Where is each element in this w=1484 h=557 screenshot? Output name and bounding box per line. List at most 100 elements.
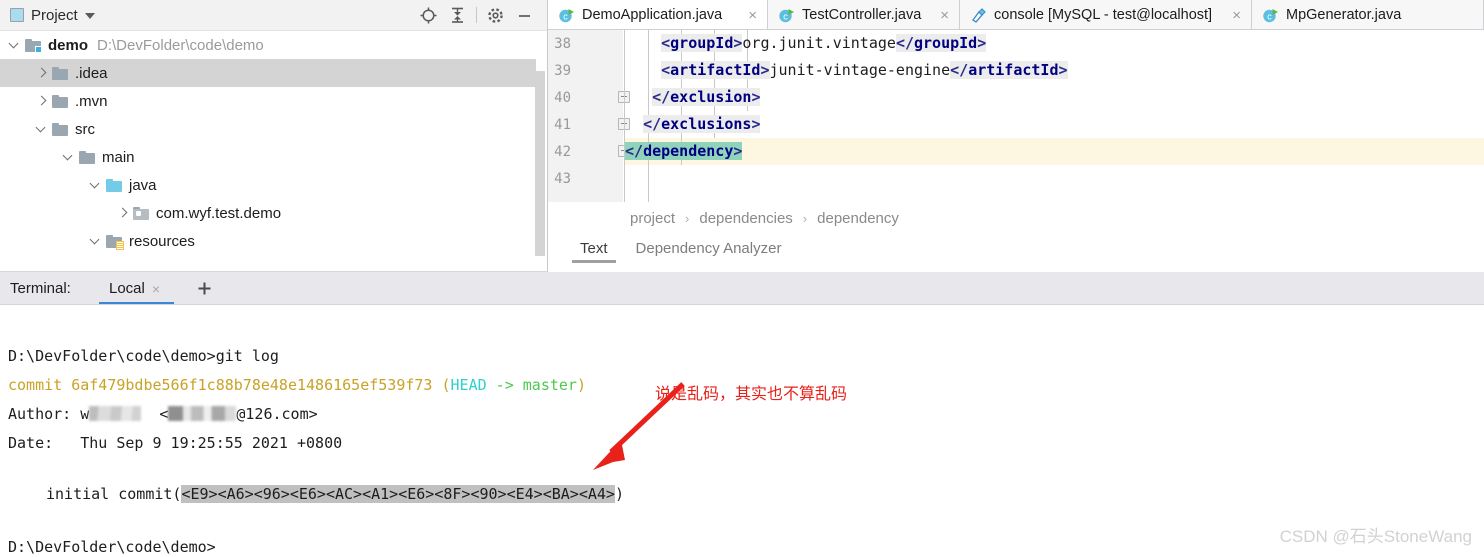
watermark: CSDN @石头StoneWang <box>1279 527 1472 546</box>
editor-tab-label: TestController.java <box>802 7 922 23</box>
date-label: Date: <box>8 434 81 452</box>
java-class-run-icon: c <box>558 7 575 24</box>
editor-tab-label: DemoApplication.java <box>582 7 723 23</box>
editor-bottom-tabs[interactable]: Text Dependency Analyzer <box>548 235 1484 271</box>
chevron-down-icon[interactable] <box>89 179 102 192</box>
terminal-line-date: Date: Thu Sep 9 19:25:55 2021 +0800 <box>8 434 342 452</box>
chevron-right-icon: › <box>802 211 808 226</box>
code-lines[interactable]: <groupId>org.junit.vintage</groupId> <ar… <box>625 30 1484 202</box>
chevron-down-icon[interactable] <box>8 39 21 52</box>
tree-item-java[interactable]: java <box>0 171 540 199</box>
source-root-folder-icon <box>106 178 122 192</box>
close-icon[interactable]: × <box>748 8 757 23</box>
chevron-down-icon[interactable] <box>89 235 102 248</box>
tab-dependency-analyzer[interactable]: Dependency Analyzer <box>622 235 796 257</box>
project-scrollbar-thumb[interactable] <box>535 71 545 256</box>
tree-item-com-wyf-test-demo[interactable]: com.wyf.test.demo <box>0 199 540 227</box>
close-icon[interactable]: × <box>1232 8 1241 23</box>
head-ref: HEAD <box>450 376 487 394</box>
chevron-right-icon: › <box>685 211 690 226</box>
tree-item-path: D:\DevFolder\code\demo <box>97 36 264 54</box>
editor-gutter[interactable]: 38 39 40 41 42 43 <box>548 30 630 202</box>
tree-item-main[interactable]: main <box>0 143 540 171</box>
plus-icon[interactable] <box>193 272 215 305</box>
terminal-label: Terminal: <box>10 280 71 297</box>
editor-tab-label: console [MySQL - test@localhost] <box>994 7 1213 23</box>
chevron-down-icon[interactable] <box>62 151 75 164</box>
resources-folder-icon <box>106 234 124 250</box>
tree-item-label: main <box>102 148 135 166</box>
database-console-icon <box>970 7 987 24</box>
project-tree[interactable]: demo D:\DevFolder\code\demo .idea .mvn src ma… <box>0 31 540 272</box>
line-number: 39 <box>554 63 571 79</box>
editor-tab-bar[interactable]: c DemoApplication.java × c TestController.ja… <box>548 0 1484 30</box>
terminal-line-commit: commit 6af479bdbe566f1c88b78e48e1486165e… <box>8 376 586 394</box>
chevron-down-icon[interactable] <box>35 123 48 136</box>
project-panel-toolbar <box>414 0 539 30</box>
code-editor[interactable]: 38 39 40 41 42 43 <groupId>org.junit.vin… <box>548 30 1484 202</box>
annotation-text: 说是乱码，其实也不算乱码 <box>655 384 848 403</box>
redacted-author-name <box>89 406 142 421</box>
editor-tab-console-mysql-test-localhost[interactable]: console [MySQL - test@localhost] × <box>960 0 1252 30</box>
breadcrumb-item-project[interactable]: project <box>630 210 675 227</box>
commit-keyword: commit <box>8 376 72 394</box>
chevron-right-icon[interactable] <box>116 207 129 220</box>
line-number: 42 <box>554 144 571 160</box>
code-token-open-tag: artifactId <box>670 61 761 79</box>
package-icon <box>133 206 149 220</box>
editor-tab-testcontroller-java[interactable]: c TestController.java × <box>768 0 960 30</box>
tree-item-label: .idea <box>75 64 108 82</box>
author-label: Author: <box>8 405 81 423</box>
redacted-author-email <box>168 406 237 421</box>
date-value: Thu Sep 9 19:25:55 2021 +0800 <box>80 434 343 452</box>
line-number: 43 <box>554 171 571 187</box>
terminal-line-prompt: D:\DevFolder\code\demo> <box>8 538 216 556</box>
paren-open: ( <box>432 376 451 394</box>
editor-tab-demoapplication-java[interactable]: c DemoApplication.java × <box>548 0 768 30</box>
commit-message-prefix: initial commit( <box>46 485 182 503</box>
collapse-all-icon[interactable] <box>443 1 472 30</box>
tree-item-idea[interactable]: .idea <box>0 59 540 87</box>
breadcrumb-item-dependency[interactable]: dependency <box>817 210 899 227</box>
tree-item-label: java <box>129 176 157 194</box>
tree-item-mvn[interactable]: .mvn <box>0 87 540 115</box>
chevron-down-icon[interactable] <box>84 13 95 19</box>
folder-icon <box>52 66 68 80</box>
tree-item-label: demo <box>48 36 89 54</box>
chevron-right-icon[interactable] <box>35 67 48 80</box>
line-number: 38 <box>554 36 571 52</box>
terminal-header: Terminal: Local × <box>0 272 1484 305</box>
project-title-group[interactable]: Project <box>10 0 95 30</box>
settings-gear-icon[interactable] <box>481 1 510 30</box>
java-class-run-icon: c <box>1262 7 1279 24</box>
tab-text[interactable]: Text <box>566 235 622 263</box>
tree-item-demo[interactable]: demo D:\DevFolder\code\demo <box>0 31 540 59</box>
commit-message-hex: <E9><A6><96><E6><AC><A1><E6><8F><90><E4>… <box>181 485 615 503</box>
terminal-tab-local[interactable]: Local × <box>97 272 172 305</box>
terminal-output[interactable]: D:\DevFolder\code\demo>git log commit 6a… <box>0 305 1484 557</box>
minimize-icon[interactable] <box>510 1 539 30</box>
code-token-open-tag: groupId <box>670 34 734 52</box>
tree-item-label: src <box>75 120 95 138</box>
close-icon[interactable]: × <box>940 8 949 23</box>
terminal-prompt: D:\DevFolder\code\demo> <box>8 347 216 365</box>
terminal-line-author: Author: w < @126.com> <box>8 405 318 423</box>
breadcrumb[interactable]: project › dependencies › dependency <box>548 202 1484 235</box>
folder-icon <box>79 150 95 164</box>
project-tool-window: Project demo D:\DevFolder\code\demo .ide… <box>0 0 547 272</box>
close-icon[interactable]: × <box>152 281 160 297</box>
locate-icon[interactable] <box>414 1 443 30</box>
project-scrollbar-track[interactable] <box>535 31 546 256</box>
tree-item-resources[interactable]: resources <box>0 227 540 255</box>
terminal-line-command: D:\DevFolder\code\demo>git log <box>8 347 279 365</box>
editor-tab-mpgenerator-java[interactable]: c MpGenerator.java <box>1252 0 1484 30</box>
breadcrumb-item-dependencies[interactable]: dependencies <box>699 210 792 227</box>
tree-item-src[interactable]: src <box>0 115 540 143</box>
terminal-line-message: initial commit(<E9><A6><96><E6><AC><A1><… <box>46 485 624 503</box>
chevron-right-icon[interactable] <box>35 95 48 108</box>
top-area: Project demo D:\DevFolder\code\demo .ide… <box>0 0 1484 272</box>
svg-text:c: c <box>783 11 788 21</box>
author-email-domain: @126.com> <box>236 405 318 423</box>
code-token-close-tag: exclusions <box>661 115 752 133</box>
svg-text:c: c <box>1267 11 1272 21</box>
